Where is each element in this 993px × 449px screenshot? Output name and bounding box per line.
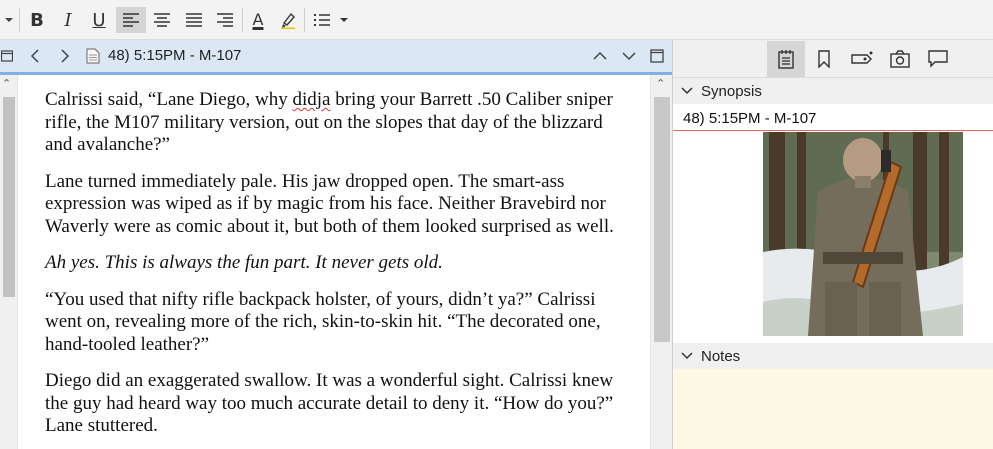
- comment-icon: [928, 50, 948, 68]
- scrollbar-thumb[interactable]: [654, 97, 670, 342]
- underline-button[interactable]: U: [87, 7, 111, 33]
- inspector-pane: Synopsis 48) 5:15PM - M-107 Notes: [672, 40, 993, 449]
- synopsis-title-field[interactable]: 48) 5:15PM - M-107: [673, 106, 993, 131]
- synopsis-image[interactable]: [763, 132, 963, 336]
- tab-notes[interactable]: [767, 41, 805, 77]
- bold-icon: B: [30, 9, 44, 31]
- paragraph: Diego did an exaggerated swallow. It was…: [45, 370, 614, 436]
- document-title: 48) 5:15PM - M-107: [108, 47, 242, 64]
- next-document-button[interactable]: [618, 40, 640, 72]
- scroll-up-icon[interactable]: ⌃: [656, 77, 665, 90]
- bold-button[interactable]: B: [25, 7, 49, 33]
- tab-comments[interactable]: [919, 41, 957, 77]
- synopsis-label: Synopsis: [701, 82, 762, 100]
- chevron-left-icon: [30, 49, 39, 63]
- highlighter-button[interactable]: [276, 7, 300, 33]
- list-button[interactable]: [310, 7, 334, 33]
- split-editor-icon[interactable]: [0, 40, 14, 72]
- synopsis-header[interactable]: Synopsis: [673, 78, 993, 104]
- scrollbar-thumb[interactable]: [3, 97, 15, 297]
- chevron-down-icon: [681, 87, 693, 95]
- notes-header[interactable]: Notes: [673, 343, 993, 369]
- back-button[interactable]: [24, 40, 46, 72]
- paragraph: Ah yes. This is always the fun part. It …: [45, 252, 443, 273]
- align-right-button[interactable]: [211, 7, 239, 33]
- notepad-icon: [778, 50, 794, 69]
- spelling-error[interactable]: didja: [292, 89, 330, 110]
- editor-text[interactable]: Calrissi said, “Lane Diego, why didja br…: [45, 89, 625, 449]
- dropdown-arrow-icon[interactable]: [2, 7, 16, 33]
- chevron-down-icon: [622, 52, 636, 61]
- notes-label: Notes: [701, 347, 741, 365]
- editor-header-bar: 48) 5:15PM - M-107: [0, 40, 672, 75]
- list-icon: [314, 14, 330, 26]
- tab-metadata[interactable]: [843, 41, 881, 77]
- editor-pane: ⌃ Calrissi said, “Lane Diego, why didja …: [0, 75, 672, 449]
- font-color-button[interactable]: A: [246, 7, 270, 33]
- justify-icon: [186, 13, 202, 27]
- camera-icon: [890, 50, 910, 68]
- outline-scrollbar[interactable]: ⌃: [0, 75, 18, 449]
- chevron-up-icon: [593, 51, 607, 60]
- align-left-icon: [123, 13, 139, 27]
- list-dropdown-icon: [340, 18, 348, 22]
- list-dropdown-button[interactable]: [336, 7, 352, 33]
- align-center-button[interactable]: [148, 7, 176, 33]
- inspector-tabs: [673, 40, 993, 78]
- notes-textarea[interactable]: [673, 369, 993, 449]
- bookmark-icon: [818, 50, 830, 68]
- chevron-down-icon: [681, 352, 693, 360]
- tag-icon: [851, 51, 873, 64]
- align-right-icon: [217, 13, 233, 27]
- forward-button[interactable]: [54, 40, 76, 72]
- scroll-up-icon[interactable]: ⌃: [2, 77, 11, 90]
- chevron-right-icon: [61, 49, 70, 63]
- justify-button[interactable]: [180, 7, 208, 33]
- maximize-icon: [650, 49, 664, 63]
- italic-icon: I: [64, 9, 72, 31]
- document-icon: [83, 40, 103, 72]
- toolbar-divider: [304, 8, 305, 32]
- tab-snapshots[interactable]: [881, 41, 919, 77]
- toolbar-divider: [242, 8, 243, 32]
- underline-icon: U: [92, 9, 106, 31]
- italic-button[interactable]: I: [56, 7, 80, 33]
- font-color-icon: A: [252, 10, 264, 29]
- previous-document-button[interactable]: [589, 40, 611, 72]
- highlighter-icon: [281, 12, 295, 29]
- align-left-button[interactable]: [116, 7, 146, 33]
- align-center-icon: [154, 13, 170, 27]
- tab-bookmarks[interactable]: [805, 41, 843, 77]
- format-toolbar: B I U A: [0, 0, 993, 40]
- paragraph: “You used that nifty rifle backpack hols…: [45, 288, 601, 355]
- toolbar-divider: [19, 8, 20, 32]
- paragraph: Lane turned immediately pale. His jaw dr…: [45, 170, 614, 237]
- paragraph: Calrissi said, “Lane Diego, why didja br…: [45, 89, 613, 155]
- editor-scrollbar[interactable]: ⌃: [650, 75, 672, 449]
- maximize-editor-button[interactable]: [646, 40, 668, 72]
